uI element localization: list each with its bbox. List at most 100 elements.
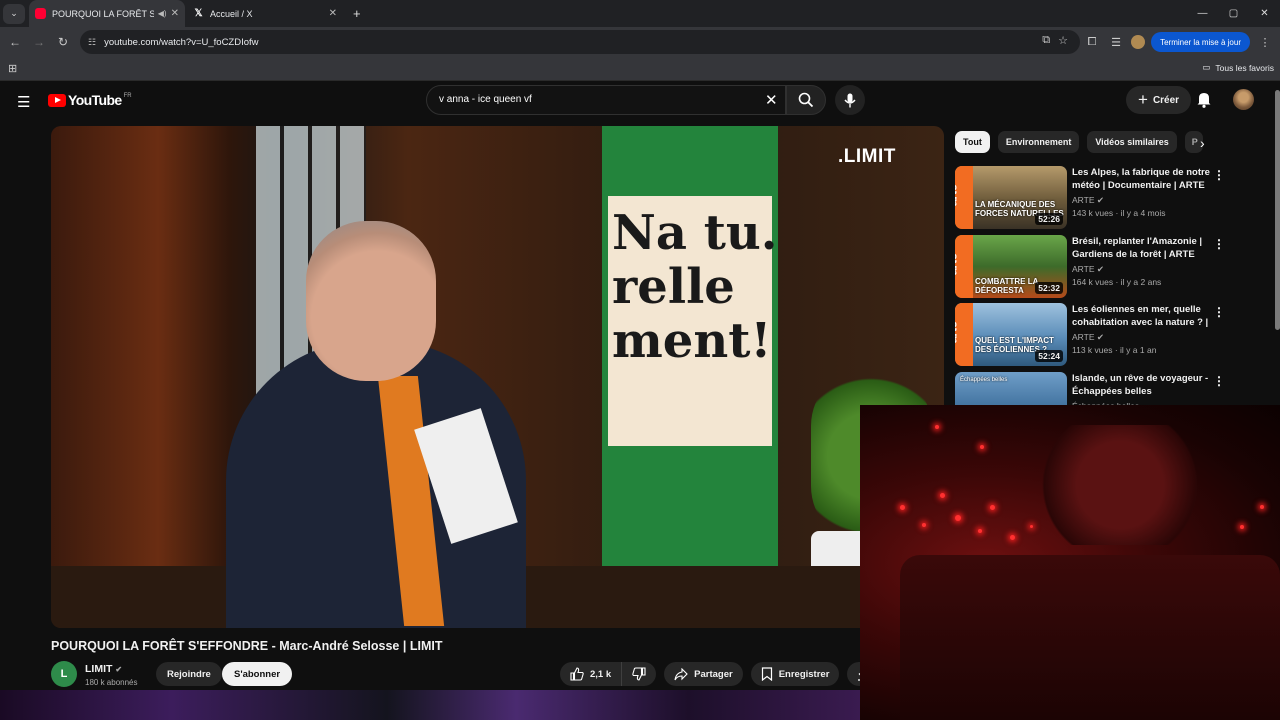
thumbs-up-icon — [570, 667, 584, 681]
maximize-icon[interactable]: ▢ — [1218, 8, 1249, 19]
video-thumbnail[interactable]: arte QUEL EST L'IMPACT DES ÉOLIENNES ? 5… — [955, 303, 1067, 366]
channel-name-link[interactable]: LIMIT ✔ — [85, 663, 122, 675]
thumbs-down-icon — [632, 667, 646, 681]
create-button[interactable]: + Créer — [1126, 86, 1192, 114]
channel-name: ARTE — [1072, 264, 1095, 274]
page-scrollbar[interactable] — [1275, 90, 1280, 330]
speaker-icon[interactable]: ◀) — [158, 9, 167, 18]
clear-search-icon[interactable]: ✕ — [765, 91, 778, 109]
forward-icon[interactable]: → — [27, 35, 51, 49]
webcam-figure — [1030, 425, 1210, 545]
bookmarks-bar: ⊞ ▭ Tous les favoris — [0, 57, 1280, 81]
voice-search-button[interactable] — [835, 85, 865, 115]
scene-speaker-head — [306, 221, 436, 381]
fairy-light — [922, 523, 926, 527]
profile-avatar[interactable] — [1131, 35, 1146, 49]
search-input[interactable]: v anna - ice queen vf — [426, 85, 786, 115]
site-info-icon[interactable]: ☷ — [88, 37, 96, 48]
recommendation-channel[interactable]: ARTE ✔ — [1072, 195, 1104, 206]
fairy-light — [900, 505, 905, 510]
more-options-icon[interactable]: ⋮ — [1213, 168, 1225, 182]
chevron-right-icon[interactable]: › — [1200, 135, 1205, 151]
subscribe-button[interactable]: S'abonner — [222, 662, 293, 686]
user-avatar[interactable] — [1233, 89, 1254, 110]
notifications-bell-icon[interactable] — [1196, 91, 1212, 108]
tab-youtube[interactable]: POURQUOI LA FORÊT S'EFF ◀) ✕ — [29, 0, 185, 27]
extensions-icon[interactable]: ⧠ — [1083, 36, 1101, 49]
menu-icon[interactable]: ⋮ — [1256, 36, 1274, 49]
channel-avatar[interactable]: L — [51, 661, 77, 687]
channel-name: LIMIT — [85, 663, 113, 675]
new-tab-icon[interactable]: + — [353, 6, 361, 21]
join-button[interactable]: Rejoindre — [156, 662, 222, 686]
video-player[interactable]: Na tu. relle ment! .LIMIT — [51, 126, 944, 628]
fairy-light — [935, 425, 939, 429]
fairy-light — [1010, 535, 1015, 540]
more-options-icon[interactable]: ⋮ — [1213, 237, 1225, 251]
close-tab-icon[interactable]: ✕ — [329, 8, 337, 19]
more-options-icon[interactable]: ⋮ — [1213, 305, 1225, 319]
channel-watermark: .LIMIT — [838, 146, 896, 167]
reload-icon[interactable]: ↻ — [51, 35, 75, 49]
all-bookmarks-label: Tous les favoris — [1215, 62, 1274, 73]
recommendation-title[interactable]: Les éoliennes en mer, quelle cohabitatio… — [1072, 303, 1212, 329]
recommendation-meta: 113 k vues · il y a 1 an — [1072, 345, 1157, 355]
video-duration: 52:26 — [1035, 213, 1063, 225]
save-bookmark-icon — [761, 667, 772, 681]
scene-banner: Na tu. relle ment! — [602, 126, 778, 572]
fairy-light — [1260, 505, 1264, 509]
back-icon[interactable]: ← — [3, 35, 27, 49]
video-thumbnail[interactable]: arte COMBATTRE LA DÉFORESTA 52:32 — [955, 235, 1067, 298]
subscriber-count: 180 k abonnés — [85, 678, 138, 687]
more-options-icon[interactable]: ⋮ — [1213, 374, 1225, 388]
fairy-light — [990, 505, 995, 510]
video-duration: 52:32 — [1035, 282, 1063, 294]
address-bar[interactable]: ☷ youtube.com/watch?v=U_foCZDIofw ⧉ ☆ — [80, 30, 1080, 54]
recommendation-title[interactable]: Islande, un rêve de voyageur - Échappées… — [1072, 372, 1212, 398]
recommendation-item[interactable]: arte LA MÉCANIQUE DES FORCES NATURELLES … — [955, 166, 1270, 230]
recommendation-title[interactable]: Brésil, replanter l'Amazonie | Gardiens … — [1072, 235, 1212, 261]
microphone-icon — [844, 93, 856, 107]
close-tab-icon[interactable]: ✕ — [171, 8, 179, 19]
close-window-icon[interactable]: ✕ — [1249, 8, 1280, 19]
all-bookmarks[interactable]: ▭ Tous les favoris — [1202, 62, 1274, 73]
recommendation-channel[interactable]: ARTE ✔ — [1072, 264, 1104, 275]
recommendation-item[interactable]: arte COMBATTRE LA DÉFORESTA 52:32 Brésil… — [955, 235, 1270, 299]
tab-x[interactable]: 𝕏 Accueil / X ✕ — [185, 0, 345, 27]
minimize-icon[interactable]: — — [1187, 8, 1218, 19]
save-button[interactable]: Enregistrer — [750, 662, 840, 686]
recommendation-item[interactable]: arte QUEL EST L'IMPACT DES ÉOLIENNES ? 5… — [955, 303, 1270, 367]
bookmark-star-icon[interactable]: ☆ — [1058, 34, 1068, 47]
fairy-light — [1240, 525, 1244, 529]
hamburger-menu-icon[interactable]: ☰ — [17, 93, 30, 111]
plus-icon: + — [1138, 90, 1148, 109]
folder-icon: ▭ — [1202, 62, 1211, 72]
browser-toolbar: ← → ↻ ☷ youtube.com/watch?v=U_foCZDIofw … — [0, 27, 1280, 57]
dislike-button[interactable] — [622, 662, 656, 686]
search-button[interactable] — [786, 85, 826, 115]
install-app-icon[interactable]: ⧉ — [1042, 34, 1050, 47]
fairy-light — [955, 515, 961, 521]
channel-name: ARTE — [1072, 332, 1095, 342]
webcam-overlay — [860, 405, 1280, 720]
youtube-header: ☰ YouTube FR v anna - ice queen vf ✕ + C… — [0, 81, 1280, 119]
next-content-strip — [0, 690, 860, 720]
channel-name: ARTE — [1072, 195, 1095, 205]
youtube-logo[interactable]: YouTube FR — [48, 92, 132, 108]
chip-environment[interactable]: Environnement — [997, 131, 1080, 153]
save-label: Enregistrer — [778, 668, 830, 680]
apps-grid-icon[interactable]: ⊞ — [8, 62, 17, 75]
search-icon — [798, 92, 814, 108]
video-thumbnail[interactable]: arte LA MÉCANIQUE DES FORCES NATURELLES … — [955, 166, 1067, 229]
like-dislike-group: 2,1 k — [560, 662, 657, 686]
recommendation-title[interactable]: Les Alpes, la fabrique de notre météo | … — [1072, 166, 1212, 192]
recommendation-channel[interactable]: ARTE ✔ — [1072, 332, 1104, 343]
share-button[interactable]: Partager — [664, 662, 743, 686]
tab-search-button[interactable]: ⌄ — [3, 3, 25, 24]
like-button[interactable]: 2,1 k — [560, 662, 623, 686]
chip-all[interactable]: Tout — [955, 131, 990, 153]
update-button[interactable]: Terminer la mise à jour — [1151, 32, 1250, 52]
chip-similar-videos[interactable]: Vidéos similaires — [1087, 131, 1177, 153]
media-controls-icon[interactable]: ☰ — [1107, 36, 1125, 49]
banner-text: Na tu. relle ment! — [612, 205, 778, 369]
